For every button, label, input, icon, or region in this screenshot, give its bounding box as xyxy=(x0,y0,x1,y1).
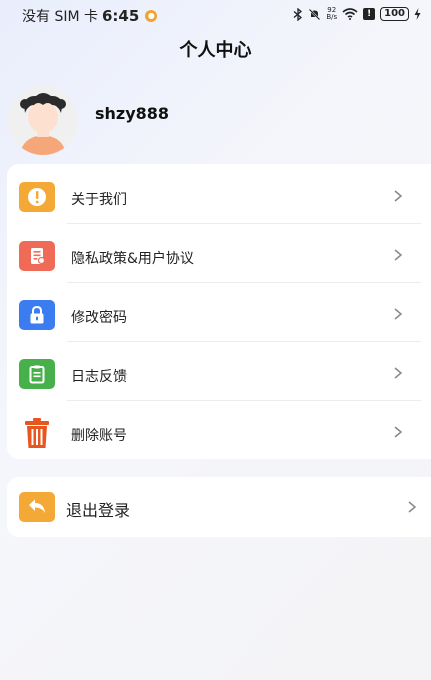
logout-label: 退出登录 xyxy=(66,501,131,520)
trash-icon xyxy=(19,418,55,448)
back-arrow-icon xyxy=(19,492,55,522)
status-left: 没有 SIM 卡 6:45 ● xyxy=(22,6,158,26)
menu-item-privacy-policy[interactable]: 隐私政策&用户协议 xyxy=(7,223,431,282)
menu-label-change-password: 修改密码 xyxy=(71,310,127,326)
mute-bell-icon xyxy=(309,8,321,20)
chevron-right-icon xyxy=(394,190,403,202)
menu-label-delete-account: 删除账号 xyxy=(71,428,127,444)
menu-label-privacy-policy: 隐私政策&用户协议 xyxy=(71,251,194,267)
network-speed: 92 B/s xyxy=(326,7,337,21)
menu-label-feedback-log: 日志反馈 xyxy=(71,369,127,385)
menu-item-change-password[interactable]: 修改密码 xyxy=(7,282,431,341)
menu-label-about: 关于我们 xyxy=(71,192,127,208)
chevron-right-icon xyxy=(394,426,403,438)
notification-icon: ● xyxy=(145,10,158,22)
clipboard-icon xyxy=(19,359,55,389)
avatar[interactable] xyxy=(8,85,78,155)
lock-icon xyxy=(19,300,55,330)
battery-indicator: 100 xyxy=(380,7,409,21)
page-title: 个人中心 xyxy=(179,40,252,61)
chevron-right-icon xyxy=(394,367,403,379)
net-speed-unit: B/s xyxy=(326,13,338,21)
username: shzy888 xyxy=(95,104,170,123)
alert-icon: ! xyxy=(363,8,376,20)
settings-menu-card: 关于我们 隐私政策&用户协议 修改密码 日志反馈 删除账号 xyxy=(7,164,431,459)
clock-time: 6:45 xyxy=(102,7,140,25)
charging-icon xyxy=(414,8,421,20)
about-icon xyxy=(19,182,55,212)
privacy-document-icon xyxy=(19,241,55,271)
carrier-text: 没有 SIM 卡 xyxy=(22,9,98,25)
menu-item-about[interactable]: 关于我们 xyxy=(7,164,431,223)
menu-item-feedback-log[interactable]: 日志反馈 xyxy=(7,341,431,400)
chevron-right-icon xyxy=(394,308,403,320)
wifi-icon xyxy=(342,8,358,20)
status-right: 92 B/s ! 100 xyxy=(293,7,421,21)
logout-button[interactable]: 退出登录 xyxy=(7,477,431,537)
user-avatar-icon xyxy=(8,85,78,155)
chevron-right-icon xyxy=(394,249,403,261)
profile-page: 没有 SIM 卡 6:45 ● 92 B/s ! 100 个人中心 shzy88… xyxy=(0,0,431,680)
logout-card: 退出登录 xyxy=(7,477,431,537)
bluetooth-icon xyxy=(293,7,303,21)
menu-item-delete-account[interactable]: 删除账号 xyxy=(7,400,431,459)
chevron-right-icon xyxy=(408,501,417,513)
status-bar: 没有 SIM 卡 6:45 ● 92 B/s ! 100 xyxy=(0,0,431,30)
